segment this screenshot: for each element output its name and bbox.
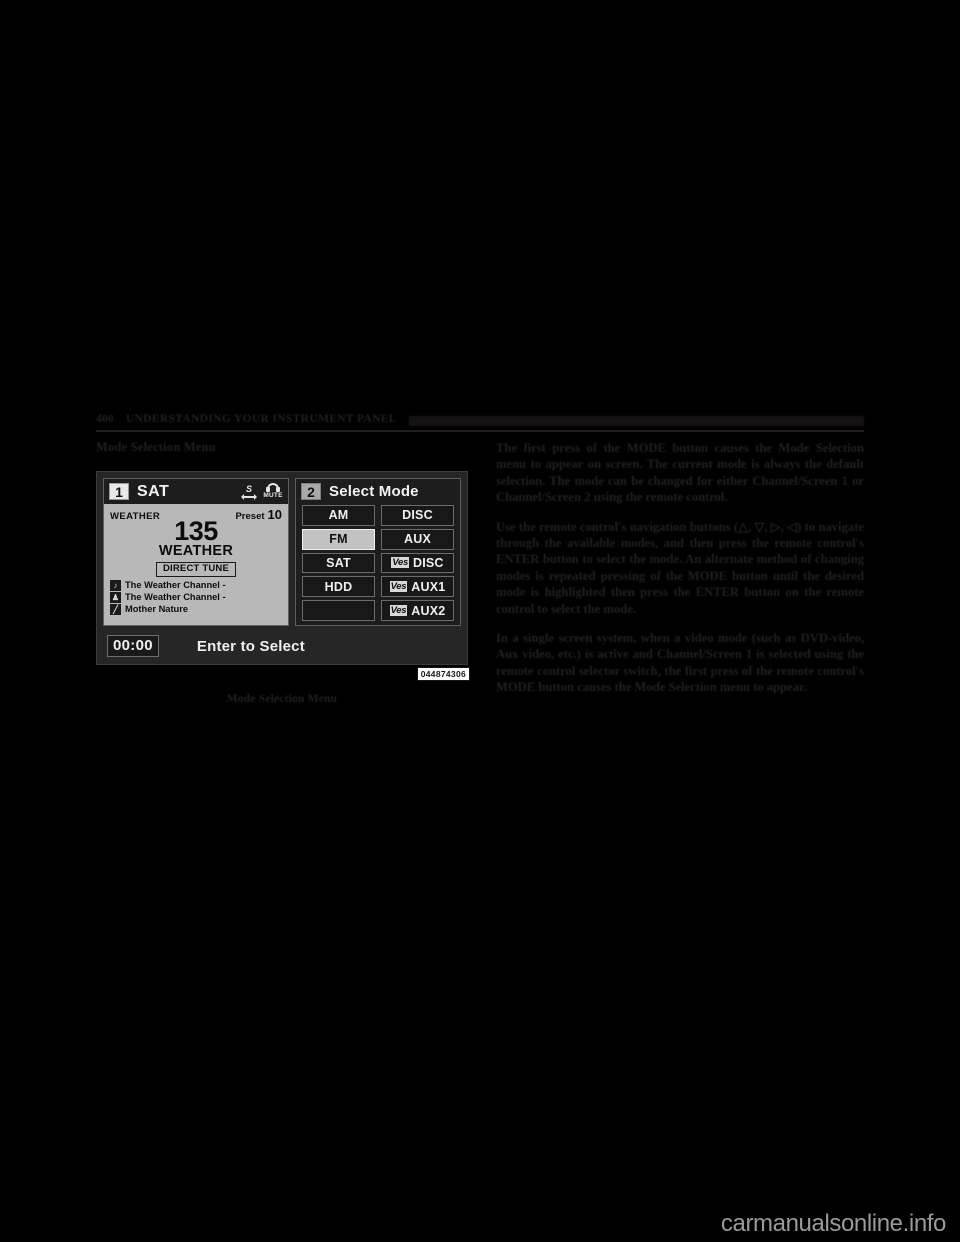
mode-select-header: 2 Select Mode (296, 479, 460, 504)
mode-button-disc-ves[interactable]: Ves DISC (381, 552, 454, 574)
mode-button-sat[interactable]: SAT (302, 552, 375, 574)
sat-info-text: The Weather Channel - (125, 592, 226, 602)
figure: 1 SAT S MUTE WEATHER Preset 10 135 WEATH… (96, 471, 470, 705)
mode-button-disc[interactable]: DISC (381, 505, 454, 526)
sat-info-text: The Weather Channel - (125, 580, 226, 590)
sat-display-body: WEATHER Preset 10 135 WEATHER DIRECT TUN… (104, 504, 288, 625)
headphone-cup-right (276, 487, 280, 493)
channel-2-badge: 2 (301, 483, 321, 500)
mode-button-label: AUX (404, 532, 431, 547)
sat-header-icon-group: S MUTE (241, 483, 283, 500)
running-head-redaction-bar (408, 415, 864, 426)
sat-info-list: ♪ The Weather Channel - ♟ The Weather Chann… (110, 580, 282, 615)
mode-button-label: AUX2 (411, 603, 446, 618)
mute-label: MUTE (263, 492, 283, 500)
mode-button-fm[interactable]: FM (302, 528, 375, 550)
scan-arrow-right (254, 493, 257, 500)
sat-display-panel: 1 SAT S MUTE WEATHER Preset 10 135 WEATH… (103, 478, 289, 626)
scan-icon-shape: S (241, 483, 257, 500)
mode-button-aux[interactable]: AUX (381, 528, 454, 550)
status-bar: 00:00 Enter to Select (103, 630, 461, 662)
ves-badge: Ves (389, 581, 408, 593)
figure-id-tag: 044874306 (416, 667, 470, 681)
title-pen-icon: ╱ (110, 604, 121, 615)
site-watermark: carmanualsonline.info (720, 1210, 946, 1237)
scan-icon: S (241, 483, 257, 500)
mode-button-hdd[interactable]: HDD (302, 576, 375, 598)
channel-1-badge: 1 (109, 483, 129, 500)
mode-button-aux2-ves[interactable]: Ves AUX2 (381, 600, 454, 621)
page-sheet: 400 UNDERSTANDING YOUR INSTRUMENT PANEL … (0, 0, 960, 1242)
sat-source-label: SAT (137, 482, 170, 500)
mode-button-grid: AM DISC FM AUX SAT Ves DISC HDD Ves AUX1 Ves AUX2 (296, 504, 460, 625)
mode-select-title: Select Mode (329, 483, 419, 500)
ves-badge: Ves (389, 605, 408, 617)
page-number: 400 (96, 413, 114, 425)
dual-screen-row: 1 SAT S MUTE WEATHER Preset 10 135 WEATH… (103, 478, 461, 626)
mode-button-label: AUX1 (411, 579, 446, 594)
sat-info-row: ♪ The Weather Channel - (110, 580, 282, 591)
scan-s-glyph: S (245, 483, 252, 494)
running-head-rule (96, 430, 864, 432)
mode-button-am[interactable]: AM (302, 505, 375, 526)
sat-preset-group: Preset 10 (235, 507, 282, 522)
preset-value: 10 (267, 507, 282, 522)
direct-tune-button[interactable]: DIRECT TUNE (155, 562, 237, 577)
sat-display-header: 1 SAT S MUTE (104, 479, 288, 504)
radio-screen-graphic: 1 SAT S MUTE WEATHER Preset 10 135 WEATH… (96, 471, 468, 665)
ves-badge: Ves (391, 557, 409, 569)
figure-caption: Mode Selection Menu (226, 693, 338, 705)
direct-tune-wrap: DIRECT TUNE (110, 562, 282, 577)
headphone-icon-shape (266, 483, 280, 493)
status-hint-text: Enter to Select (196, 637, 305, 655)
mode-button-label: SAT (326, 555, 351, 570)
mode-button-label: AM (328, 508, 349, 523)
running-head: 400 UNDERSTANDING YOUR INSTRUMENT PANEL (96, 413, 864, 436)
headphone-cup-left (266, 487, 270, 493)
running-head-title: UNDERSTANDING YOUR INSTRUMENT PANEL (125, 413, 397, 425)
sat-category-label: WEATHER (110, 511, 161, 522)
mode-select-panel: 2 Select Mode AM DISC FM AUX SAT Ves DISC HDD Ve… (295, 478, 461, 626)
body-paragraph: The first press of the MODE button cause… (496, 441, 864, 505)
sat-channel-name: WEATHER (158, 543, 234, 559)
artist-person-icon: ♟ (110, 592, 121, 603)
left-column: Mode Selection Menu 1 SAT S MUTE WEATHER… (96, 440, 470, 705)
mode-button-label: FM (329, 532, 348, 547)
sat-info-row: ╱ Mother Nature (110, 604, 282, 615)
right-column: The first press of the MODE button cause… (496, 440, 864, 696)
preset-label: Preset (235, 511, 265, 522)
mode-button-aux1-ves[interactable]: Ves AUX1 (381, 576, 454, 598)
body-paragraph: Use the remote control's navigation butt… (496, 519, 864, 616)
mute-icon: MUTE (263, 483, 283, 500)
body-paragraph: In a single screen system, when a video … (496, 631, 864, 695)
section-subheading: Mode Selection Menu (96, 440, 216, 454)
music-note-icon: ♪ (110, 580, 121, 591)
mode-button-empty (302, 600, 375, 621)
mode-button-label: HDD (324, 579, 353, 594)
mode-button-label: DISC (412, 555, 444, 570)
sat-info-text: Mother Nature (125, 604, 189, 614)
sat-info-row: ♟ The Weather Channel - (110, 592, 282, 603)
sat-channel-number: 135 (174, 516, 218, 546)
mode-button-label: DISC (402, 508, 433, 523)
clock-display: 00:00 (107, 635, 159, 657)
